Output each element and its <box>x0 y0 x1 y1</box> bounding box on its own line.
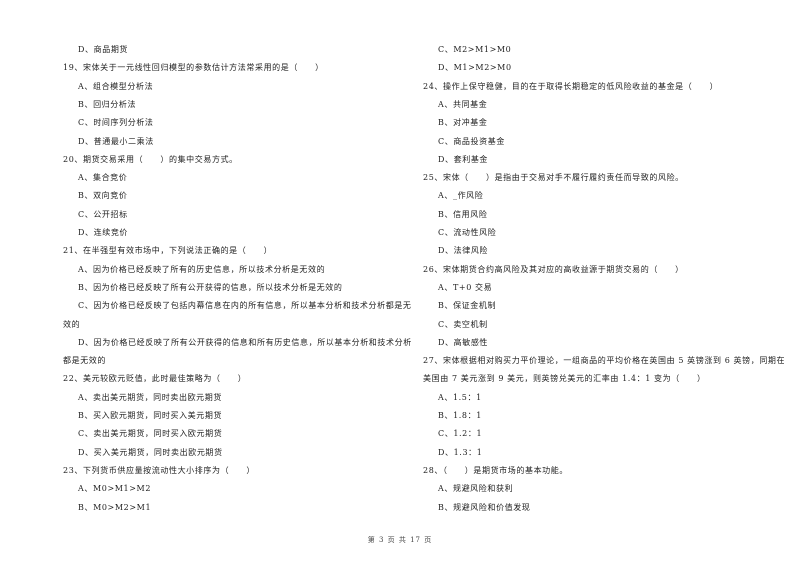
answer-option: A、组合模型分析法 <box>78 81 154 91</box>
question-stem: 28、（ ）是期货市场的基本功能。 <box>423 465 568 475</box>
question-stem: 20、期货交易采用（ ）的集中交易方式。 <box>63 154 238 164</box>
answer-option: B、回归分析法 <box>78 99 137 109</box>
answer-option: B、因为价格已经反映了所有公开获得的信息，所以技术分析是无效的 <box>78 282 343 292</box>
question-stem: 25、宋体（ ）是指由于交易对手不履行履约责任而导致的风险。 <box>423 173 684 183</box>
answer-option: C、卖出美元期货，同时买入欧元期货 <box>78 429 223 439</box>
answer-option: A、1.5：1 <box>438 392 482 402</box>
answer-option: B、买入欧元期货，同时买入美元期货 <box>78 411 223 420</box>
answer-option: D、套利基金 <box>438 154 489 164</box>
question-stem: 22、美元较欧元贬值，此时最佳策略为（ ） <box>63 374 247 384</box>
question-stem: 26、宋体期货合约高风险及其对应的高收益源于期货交易的（ ） <box>423 264 684 274</box>
answer-option: A、集合竞价 <box>78 173 128 183</box>
answer-option: C、M2>M1>M0 <box>438 45 512 54</box>
answer-option: B、规避风险和价值发现 <box>438 502 531 512</box>
question-stem: 23、下列货币供应量按流动性大小排序为（ ） <box>63 465 255 475</box>
text-continuation: 美国由 7 美元涨到 9 美元，则英镑兑美元的汇率由 1.4：1 变为（ ） <box>423 374 706 384</box>
answer-option: D、1.3：1 <box>438 447 483 457</box>
page-footer: 第 3 页 共 17 页 <box>367 536 433 544</box>
text-continuation: 效的 <box>63 319 81 329</box>
answer-option: C、时间序列分析法 <box>78 118 154 128</box>
question-stem: 24、操作上保守稳健，目的在于取得长期稳定的低风险收益的基金是（ ） <box>423 81 719 91</box>
answer-option: B、1.8：1 <box>438 411 482 420</box>
answer-option: D、M1>M2>M0 <box>438 63 512 73</box>
answer-option: C、公开招标 <box>78 209 128 219</box>
text-continuation: 都是无效的 <box>63 356 106 366</box>
answer-option: D、普通最小二乘法 <box>78 136 154 146</box>
answer-option: D、连续竞价 <box>78 228 129 237</box>
answer-option: A、M0>M1>M2 <box>78 484 152 494</box>
answer-option: B、信用风险 <box>438 209 488 219</box>
answer-option: C、卖空机制 <box>438 319 488 329</box>
question-stem: 21、在半强型有效市场中，下列说法正确的是（ ） <box>63 246 273 256</box>
answer-option: C、商品投资基金 <box>438 136 505 146</box>
answer-option: C、流动性风险 <box>438 228 497 237</box>
answer-option: A、共同基金 <box>438 99 488 109</box>
answer-option: B、对冲基金 <box>438 118 488 128</box>
answer-option: A、T+0 交易 <box>438 282 493 292</box>
answer-option: D、因为价格已经反映了所有公开获得的信息和所有历史信息，所以基本分析和技术分析 <box>78 337 412 347</box>
answer-option: D、高敏感性 <box>438 337 489 347</box>
answer-option: D、商品期货 <box>78 45 129 54</box>
answer-option: B、双向竞价 <box>78 191 128 201</box>
answer-option: B、M0>M2>M1 <box>78 502 152 512</box>
question-stem: 19、宋体关于一元线性回归模型的参数估计方法常采用的是（ ） <box>63 63 324 73</box>
answer-option: A、卖出美元期货，同时卖出欧元期货 <box>78 392 222 402</box>
answer-option: A、因为价格已经反映了所有的历史信息，所以技术分析是无效的 <box>78 264 326 274</box>
answer-option: C、因为价格已经反映了包括内幕信息在内的所有信息，所以基本分析和技术分析都是无 <box>78 301 412 311</box>
answer-option: A、_作风险 <box>438 191 484 201</box>
answer-option: D、法律风险 <box>438 246 489 256</box>
answer-option: B、保证金机制 <box>438 301 497 311</box>
answer-option: A、规避风险和获利 <box>438 484 514 494</box>
question-stem: 27、宋体根据相对购买力平价理论，一组商品的平均价格在英国由 5 英镑涨到 6 … <box>423 356 786 366</box>
answer-option: C、1.2：1 <box>438 429 483 439</box>
answer-option: D、买入美元期货，同时卖出欧元期货 <box>78 447 223 457</box>
